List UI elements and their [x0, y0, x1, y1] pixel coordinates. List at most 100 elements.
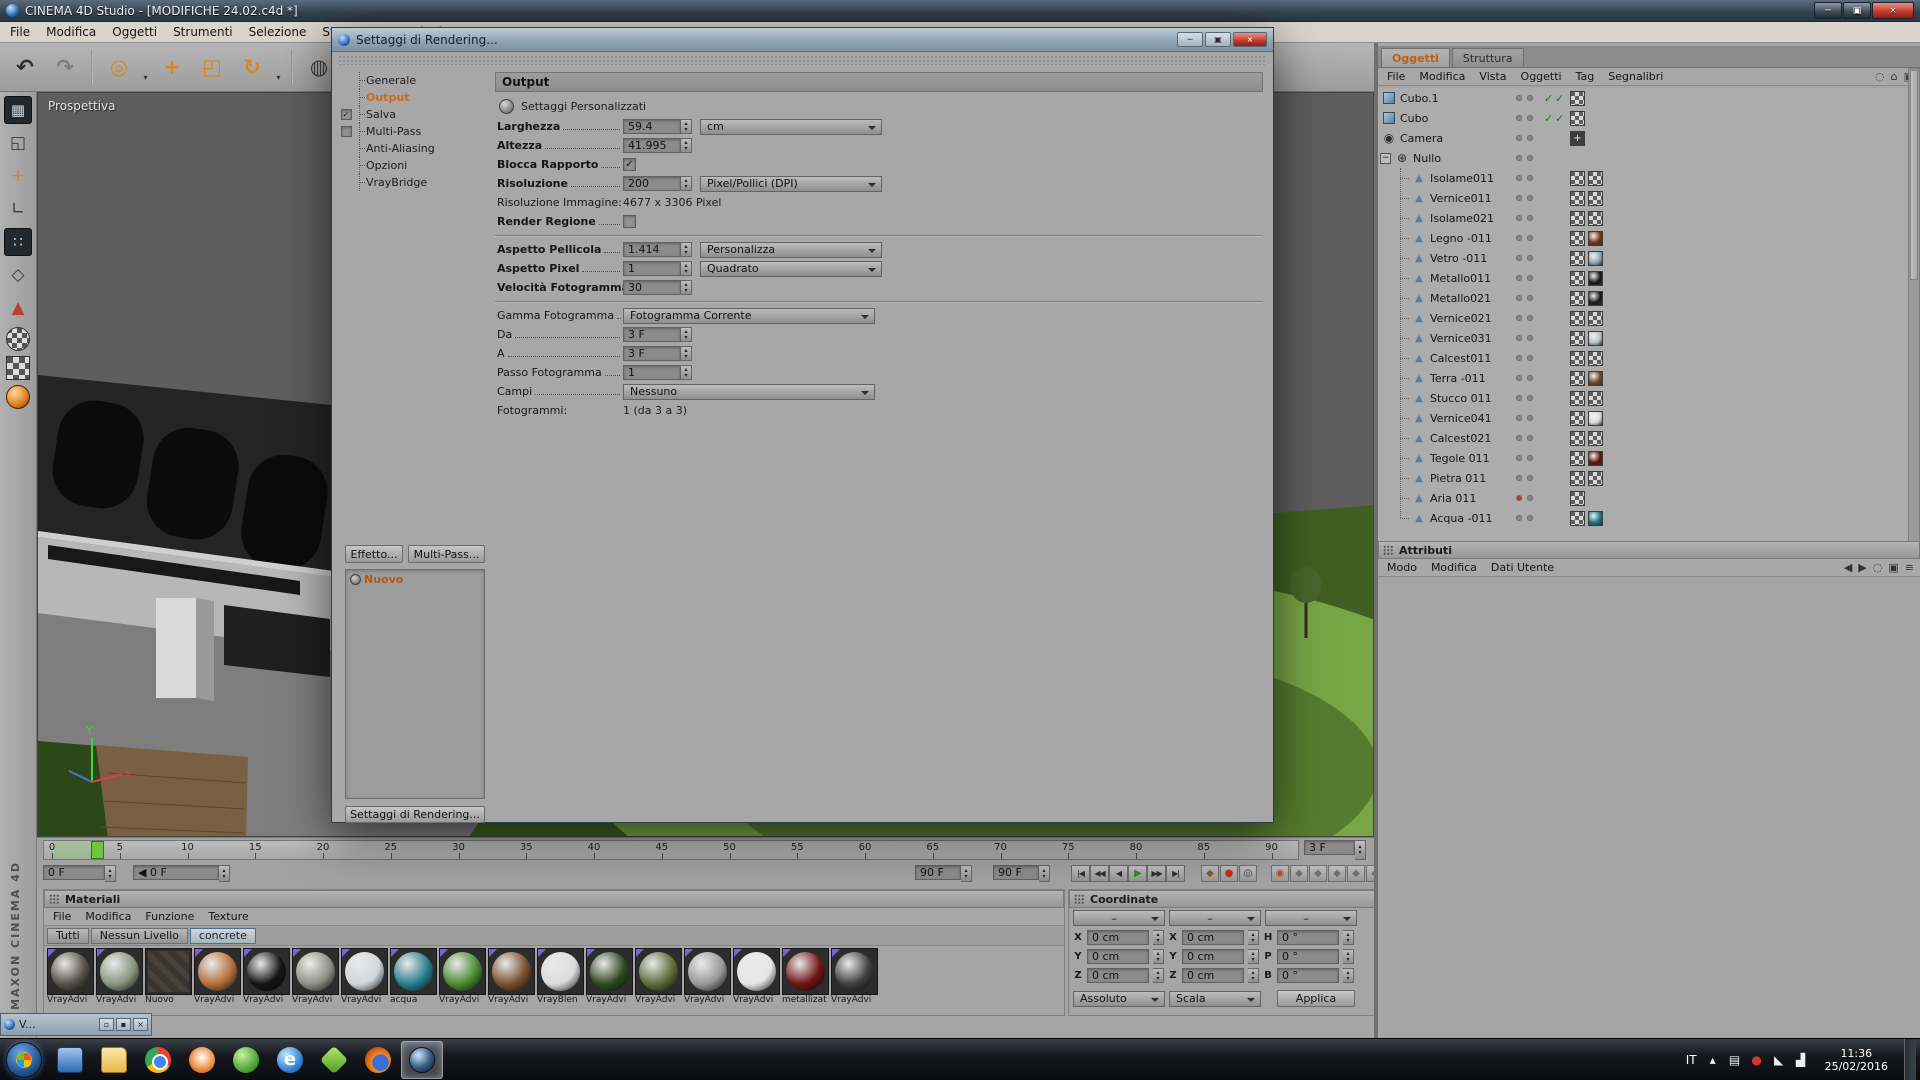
setting-checkbox[interactable] [341, 126, 352, 137]
number-input[interactable]: 59.4 [623, 119, 681, 134]
field-spinner[interactable]: ▴▾ [681, 261, 692, 276]
frame-input[interactable]: 90 F [915, 865, 961, 880]
enable-check-icon[interactable]: ✓ [1544, 92, 1555, 105]
search-icon[interactable]: ◌ [1875, 70, 1885, 83]
language-indicator[interactable]: IT [1686, 1053, 1697, 1067]
visibility-dot-render[interactable] [1527, 315, 1533, 321]
lock-icon[interactable]: ▣ [1888, 561, 1898, 574]
previous-key-button[interactable]: ◀◀ [1090, 865, 1109, 882]
material-item-4[interactable]: VrayAdvi [243, 948, 291, 1007]
coordinate-input[interactable]: 0 cm [1087, 968, 1149, 983]
object-row-vernice041[interactable]: ▲Vernice041 [1378, 408, 1908, 428]
setting-checkbox[interactable]: ✓ [341, 109, 352, 120]
timeline-ruler[interactable]: 051015202530354045505560657075808590 [43, 840, 1299, 860]
ball-tag-icon[interactable] [1588, 451, 1603, 466]
menu-oggetti[interactable]: Oggetti [104, 22, 165, 42]
checker-tag-icon[interactable] [1570, 351, 1585, 366]
keyboard-layout-icon[interactable]: ▤ [1727, 1053, 1743, 1067]
unit-combo[interactable]: Quadrato [700, 261, 882, 277]
texture-mode-icon[interactable] [6, 327, 30, 351]
enable-check-icon[interactable]: ✓ [1555, 112, 1566, 125]
render-setting-item-salva[interactable]: ✓Salva [338, 106, 488, 123]
dialog-minimize-button[interactable]: ─ [1177, 32, 1203, 47]
value-combo[interactable]: Nessuno [623, 384, 875, 400]
menu-strumenti[interactable]: Strumenti [165, 22, 241, 42]
object-row-camera[interactable]: ◉Camera+ [1378, 128, 1908, 148]
material-item-2[interactable]: Nuovo [145, 948, 193, 1007]
home-icon[interactable]: ⌂ [1891, 70, 1898, 83]
security-icon[interactable]: ● [1749, 1053, 1765, 1067]
checker-tag-icon[interactable] [1570, 411, 1585, 426]
expander-icon[interactable]: − [1380, 153, 1391, 164]
number-input[interactable]: 30 [623, 280, 681, 295]
object-row-acqua-011[interactable]: ▲Acqua -011 [1378, 508, 1908, 528]
value-checkbox[interactable]: ✓ [623, 158, 636, 171]
visibility-dot-render[interactable] [1527, 195, 1533, 201]
viewport-layout-icon[interactable]: ▦ [4, 96, 32, 124]
undo-icon[interactable]: ↶ [6, 48, 44, 86]
object-row-isolame011[interactable]: ▲Isolame011 [1378, 168, 1908, 188]
render-setting-item-anti-aliasing[interactable]: Anti-Aliasing [338, 140, 488, 157]
material-item-10[interactable]: VrayBlen [537, 948, 585, 1007]
coordinate-input[interactable]: 0 cm [1182, 930, 1244, 945]
tab-struttura[interactable]: Struttura [1452, 48, 1524, 67]
move-tool-icon[interactable]: + [153, 48, 191, 86]
coordinate-input[interactable]: 0 cm [1182, 968, 1244, 983]
object-row-isolame021[interactable]: ▲Isolame021 [1378, 208, 1908, 228]
checker-tag-icon[interactable] [1588, 471, 1603, 486]
field-spinner[interactable]: ▴▾ [681, 119, 692, 134]
visibility-dot-render[interactable] [1527, 235, 1533, 241]
visibility-dot-render[interactable] [1527, 395, 1533, 401]
checker-tag-icon[interactable] [1588, 171, 1603, 186]
object-row-calcest011[interactable]: ▲Calcest011 [1378, 348, 1908, 368]
taskbar-app-cinema4d[interactable] [401, 1041, 443, 1079]
visibility-dot-editor[interactable] [1516, 215, 1522, 221]
taskbar-app-firefox[interactable] [357, 1041, 399, 1079]
record-scale-icon[interactable]: ◆ [1309, 865, 1327, 882]
taskbar-app-internet-explorer[interactable]: e [269, 1041, 311, 1079]
checker-tag-icon[interactable] [1570, 491, 1585, 506]
field-spinner[interactable]: ▴▾ [681, 138, 692, 153]
visibility-dot-render[interactable] [1527, 255, 1533, 261]
enable-axis-icon[interactable]: + [4, 162, 32, 190]
checker-tag-icon[interactable] [1570, 271, 1585, 286]
dialog-titlebar[interactable]: Settaggi di Rendering... ─ ▣ × [332, 28, 1273, 52]
enable-check-icon[interactable]: ✓ [1544, 112, 1555, 125]
checker-tag-icon[interactable] [1570, 391, 1585, 406]
visibility-dot-editor[interactable] [1516, 195, 1522, 201]
checker-tag-icon[interactable] [1570, 511, 1585, 526]
play-button[interactable]: ▶ [1128, 865, 1147, 882]
selection-tool-caret[interactable]: ▾ [140, 48, 151, 86]
close-button[interactable]: × [1872, 2, 1914, 19]
search-icon[interactable]: ◌ [1873, 561, 1883, 574]
checker-tag-icon[interactable] [1570, 451, 1585, 466]
visibility-dot-editor[interactable] [1516, 415, 1522, 421]
scale-tool-icon[interactable]: ◰ [193, 48, 231, 86]
effect-button[interactable]: Effetto... [345, 545, 403, 563]
om-menu-tag[interactable]: Tag [1569, 68, 1602, 85]
attributes-menu-dati-utente[interactable]: Dati Utente [1484, 559, 1561, 576]
next-frame-button[interactable]: ▶▶ [1147, 865, 1166, 882]
preset-menu-icon[interactable] [499, 99, 514, 114]
visibility-dot-render[interactable] [1527, 295, 1533, 301]
field-spinner[interactable]: ▴▾ [681, 327, 692, 342]
number-input[interactable]: 200 [623, 176, 681, 191]
dialog-close-button[interactable]: × [1233, 32, 1267, 47]
visibility-dot-render[interactable] [1527, 375, 1533, 381]
visibility-dot-editor[interactable] [1516, 315, 1522, 321]
autokey-icon[interactable]: ● [1220, 865, 1238, 882]
field-spinner[interactable]: ▴▾ [681, 280, 692, 295]
checker-tag-icon[interactable] [1570, 331, 1585, 346]
object-row-terra-011[interactable]: ▲Terra -011 [1378, 368, 1908, 388]
scale-combo[interactable]: Scala [1169, 991, 1261, 1007]
mini-dock-icon-0[interactable]: ▫ [99, 1018, 114, 1031]
mini-dock-icon-1[interactable]: ▪ [116, 1018, 131, 1031]
field-spinner[interactable]: ▴▾ [681, 346, 692, 361]
visibility-dot-editor[interactable] [1516, 375, 1522, 381]
visibility-dot-render[interactable] [1527, 335, 1533, 341]
checker-tag-icon[interactable] [1570, 431, 1585, 446]
render-setting-item-multi-pass[interactable]: Multi-Pass [338, 123, 488, 140]
object-row-tegole-011[interactable]: ▲Tegole 011 [1378, 448, 1908, 468]
texture-axis-mode-icon[interactable] [6, 356, 30, 380]
checker-tag-icon[interactable] [1588, 351, 1603, 366]
